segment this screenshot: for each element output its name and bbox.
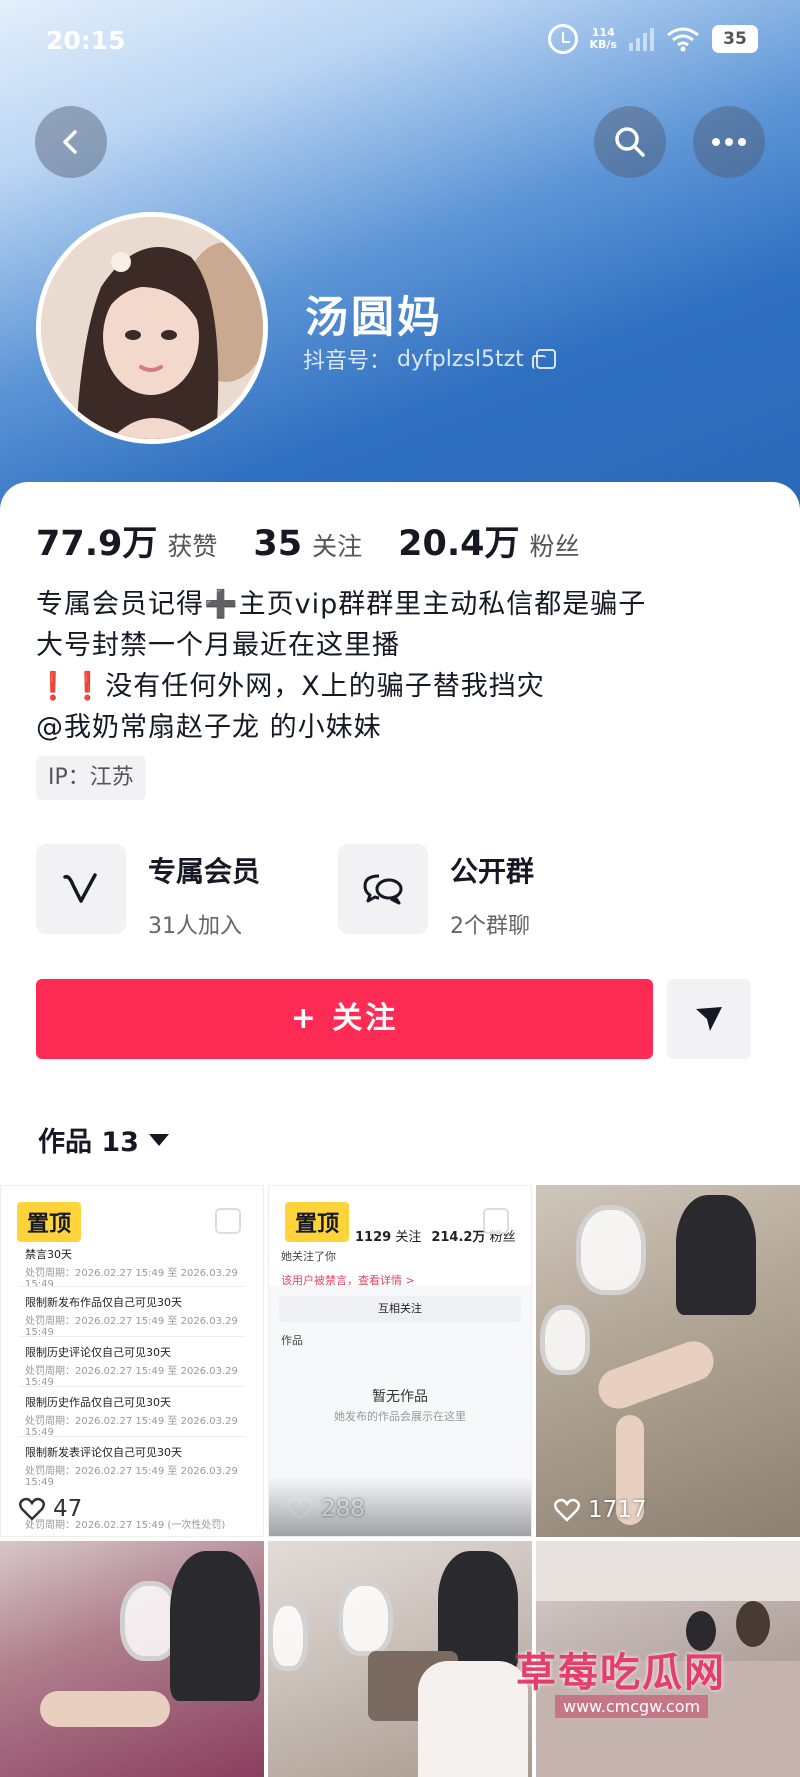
- bio-line: 大号封禁一个月最近在这里播: [36, 630, 400, 661]
- bio-line: ❗❗没有任何外网，X上的骗子替我挡灾: [36, 671, 545, 702]
- status-time: 20:15: [46, 26, 126, 55]
- stat-fans[interactable]: 20.4万 粉丝: [398, 515, 579, 566]
- heart-icon: [19, 1497, 45, 1521]
- thumbnail-cabin-ceiling: [536, 1541, 800, 1601]
- record-period: 处罚周期：2026.02.27 15:49 至 2026.03.29 15:49: [25, 1316, 238, 1338]
- wifi-icon: [666, 26, 700, 52]
- exclusive-membership-entry[interactable]: 专属会员 31人加入: [36, 844, 260, 940]
- pinned-badge: 置顶: [285, 1202, 350, 1242]
- signal-icon: [629, 27, 654, 51]
- network-speed: 114 KB/s: [590, 27, 617, 51]
- feature-title: 专属会员: [148, 855, 261, 888]
- status-icons: 114 KB/s 35: [547, 24, 758, 54]
- more-button[interactable]: [693, 106, 765, 178]
- like-count-value: 47: [53, 1496, 83, 1522]
- record-title: 限制历史评论仅自己可见30天: [25, 1346, 171, 1359]
- more-icon: [712, 138, 746, 146]
- send-message-button[interactable]: [667, 979, 751, 1059]
- thumbnail-legs: [40, 1691, 170, 1727]
- back-button[interactable]: [35, 106, 107, 178]
- bio-line: 专属会员记得➕主页vip群群里主动私信都是骗子: [36, 589, 647, 620]
- record-title: 限制新发布作品仅自己可见30天: [25, 1296, 182, 1309]
- like-count: 1717: [554, 1497, 647, 1523]
- group-chat-icon: [338, 844, 428, 934]
- thumbnail-legs: [592, 1335, 720, 1415]
- like-count: 47: [19, 1496, 82, 1522]
- follow-button[interactable]: + 关注: [36, 979, 653, 1059]
- copy-icon[interactable]: [531, 349, 556, 369]
- network-speed-unit: KB/s: [589, 38, 617, 51]
- record-period: 处罚周期：2026.02.27 15:49 至 2026.03.29 15:49: [25, 1366, 238, 1388]
- feature-title: 公开群: [450, 855, 535, 888]
- feature-subtitle: 31人加入: [148, 914, 242, 939]
- mini-empty-title: 暂无作品: [372, 1389, 428, 1405]
- battery-icon: 35: [712, 25, 758, 53]
- mini-works-label: 作品: [281, 1334, 303, 1347]
- stat-value: 35: [253, 524, 303, 564]
- video-tile[interactable]: 1717: [536, 1185, 800, 1537]
- watermark-url: www.cmcgw.com: [555, 1695, 709, 1718]
- stat-value: 77.9万: [36, 524, 158, 564]
- mini-followed-you: 她关注了你: [281, 1250, 336, 1263]
- vip-icon: [36, 844, 126, 934]
- profile-nickname: 汤圆妈: [305, 293, 443, 343]
- record-period: 处罚周期：2026.02.27 15:49 至 2026.03.29 15:49: [25, 1416, 238, 1438]
- stat-value: 20.4万: [398, 524, 520, 564]
- works-tab[interactable]: 作品 13: [38, 1120, 169, 1159]
- works-tab-label: 作品 13: [38, 1127, 139, 1158]
- select-checkbox[interactable]: [215, 1208, 241, 1234]
- stat-label: 获赞: [167, 532, 218, 561]
- douyin-id-value: dyfplzsl5tzt: [397, 346, 524, 372]
- record-title: 限制新发表评论仅自己可见30天: [25, 1446, 182, 1459]
- bio-mention-line[interactable]: @我奶常扇赵子龙 的小妹妹: [36, 707, 646, 748]
- ip-location-badge: IP：江苏: [36, 756, 146, 800]
- search-icon: [615, 127, 645, 157]
- video-tile[interactable]: 1129 关注 214.2万 粉丝 她关注了你 该用户被禁言，查看详情 > 互相…: [268, 1185, 532, 1537]
- profile-bio: 专属会员记得➕主页vip群群里主动私信都是骗子 大号封禁一个月最近在这里播 ❗❗…: [36, 584, 646, 748]
- stat-label: 关注: [312, 532, 363, 561]
- record-title: 限制历史作品仅自己可见30天: [25, 1396, 171, 1409]
- douyin-id[interactable]: 抖音号： dyfplzsl5tzt: [303, 343, 556, 375]
- pinned-badge: 置顶: [17, 1202, 82, 1242]
- profile-stats: 77.9万 获赞 35 关注 20.4万 粉丝: [36, 515, 615, 566]
- search-button[interactable]: [594, 106, 666, 178]
- chevron-left-icon: [63, 130, 77, 154]
- stat-likes[interactable]: 77.9万 获赞: [36, 515, 217, 566]
- status-bar: 20:15 114 KB/s 35: [0, 0, 800, 86]
- record-title: 禁言30天: [25, 1248, 72, 1261]
- mini-mutual-button: 互相关注: [279, 1296, 521, 1322]
- thumbnail-window: [268, 1601, 308, 1671]
- feature-subtitle: 2个群聊: [450, 914, 530, 939]
- thumbnail-person: [170, 1551, 260, 1701]
- thumbnail-clothing: [418, 1661, 528, 1777]
- watermark-text: 草莓吃瓜网: [516, 1650, 726, 1696]
- caret-down-icon: [148, 1133, 169, 1146]
- record-period: 处罚周期：2026.02.27 15:49 至 2026.03.29 15:49: [25, 1466, 238, 1488]
- like-count-value: 1717: [588, 1497, 647, 1523]
- thumbnail-person: [736, 1601, 770, 1647]
- select-checkbox[interactable]: [483, 1208, 509, 1234]
- thumbnail-window: [540, 1305, 590, 1375]
- douyin-id-label: 抖音号：: [303, 349, 392, 374]
- stat-following[interactable]: 35 关注: [253, 524, 362, 564]
- alarm-icon: [547, 24, 578, 54]
- send-icon: [696, 1007, 722, 1031]
- video-tile[interactable]: [0, 1541, 264, 1777]
- heart-icon: [554, 1498, 580, 1522]
- mini-empty-subtitle: 她发布的作品会展示在这里: [334, 1410, 466, 1423]
- video-tile[interactable]: 禁言30天 处罚周期：2026.02.27 15:49 至 2026.03.29…: [0, 1185, 264, 1537]
- avatar[interactable]: [36, 212, 268, 444]
- public-group-entry[interactable]: 公开群 2个群聊: [338, 844, 534, 940]
- thumbnail-person: [676, 1195, 756, 1315]
- thumbnail-window: [576, 1205, 646, 1295]
- thumbnail-window: [338, 1581, 393, 1656]
- stat-label: 粉丝: [529, 532, 580, 561]
- mini-banned-notice: 该用户被禁言，查看详情 >: [281, 1274, 415, 1287]
- video-tile[interactable]: [268, 1541, 532, 1777]
